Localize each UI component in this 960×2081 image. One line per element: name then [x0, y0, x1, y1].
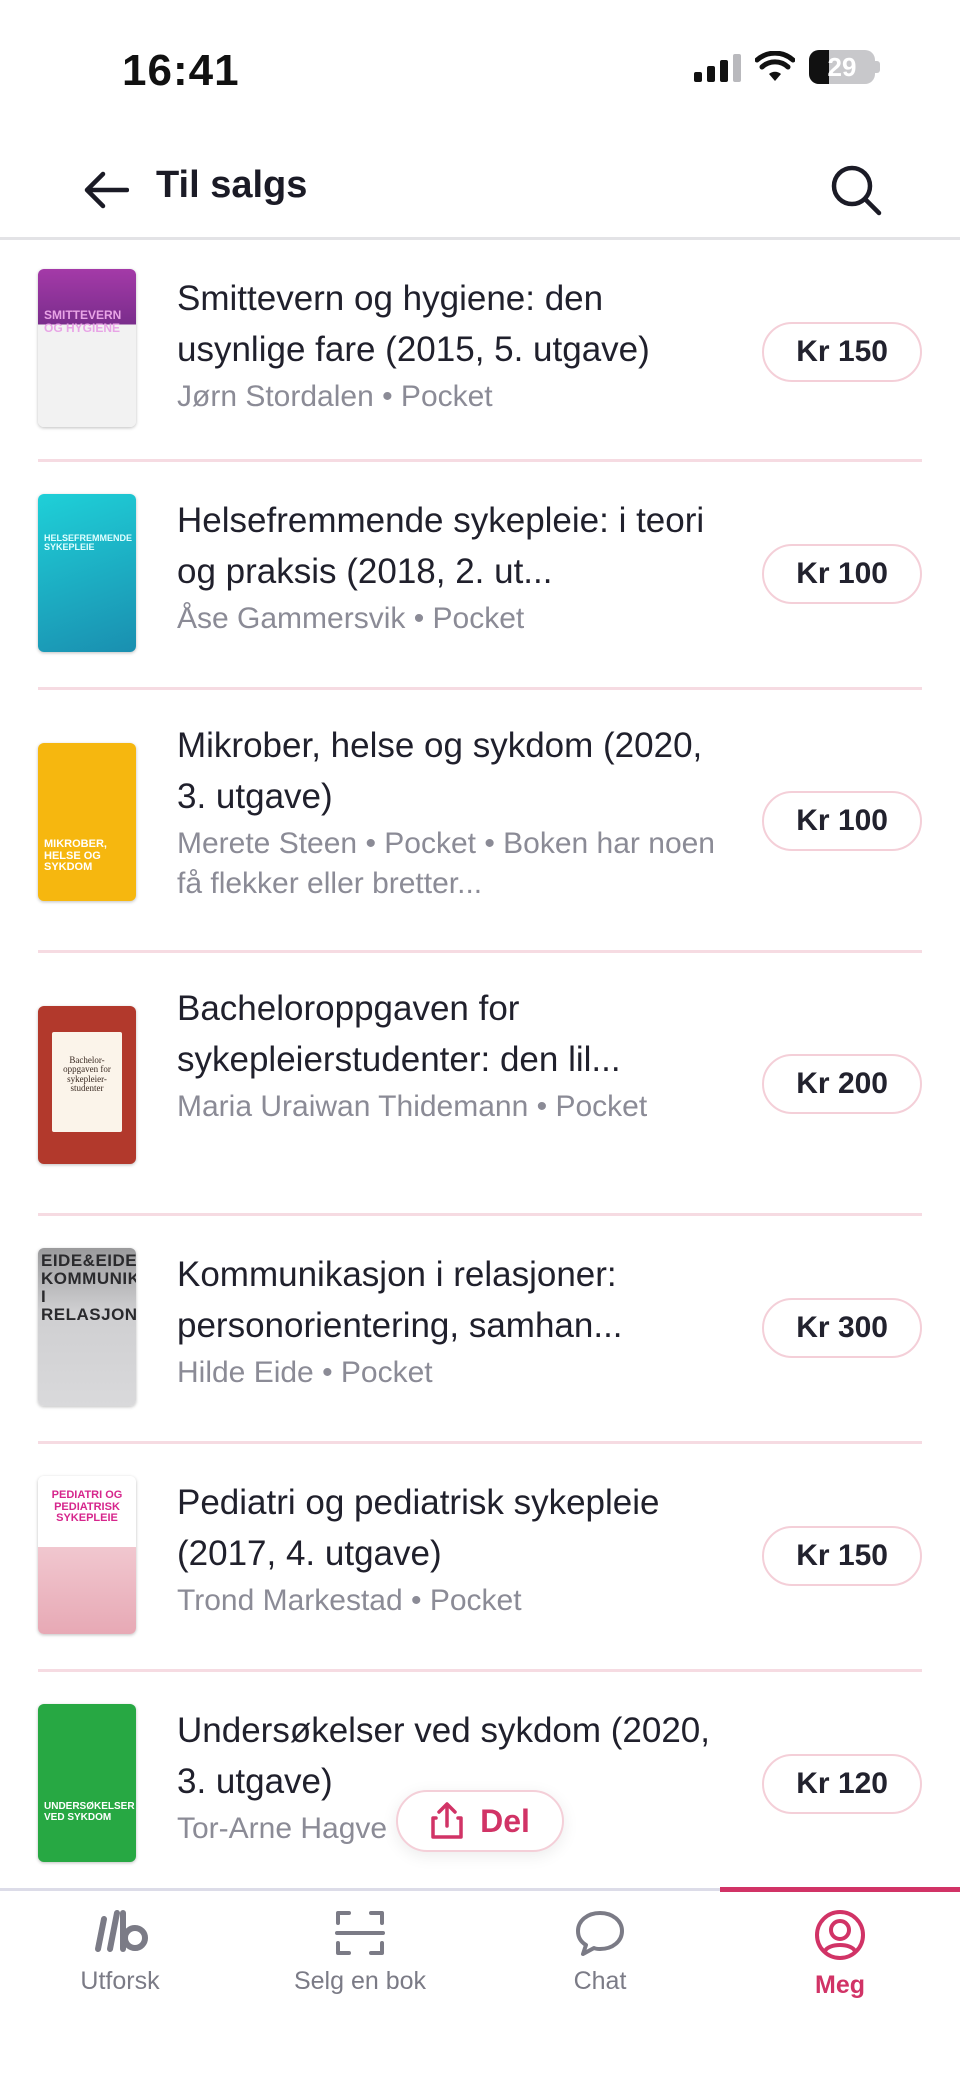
book-cover: HELSEFREMMENDE SYKEPLEIE [38, 494, 136, 652]
share-icon [431, 1802, 463, 1839]
list-item[interactable]: UNDERSØKELSER VED SYKDOM Undersøkelser v… [38, 1672, 922, 1892]
book-meta: Åse Gammersvik • Pocket [177, 602, 525, 635]
book-title: Bacheloroppgaven for sykepleierstudenter… [177, 989, 621, 1079]
book-cover: SMITTEVERN OG HYGIENE [38, 269, 136, 427]
price-badge: Kr 300 [762, 1298, 922, 1358]
share-button[interactable]: Del [396, 1790, 564, 1852]
tab-utforsk[interactable]: Utforsk [0, 1891, 240, 2031]
book-meta: Hilde Eide • Pocket [177, 1356, 433, 1389]
book-cover: UNDERSØKELSER VED SYKDOM [38, 1704, 136, 1862]
tab-label: Chat [573, 1967, 627, 1995]
list-item[interactable]: EIDE&EIDE KOMMUNIKASJON I RELASJONER Kom… [38, 1216, 922, 1444]
page-title: Til salgs [156, 164, 308, 206]
tab-label: Meg [815, 1971, 865, 1999]
list-item[interactable]: HELSEFREMMENDE SYKEPLEIE Helsefremmende … [38, 462, 922, 690]
price-badge: Kr 150 [762, 322, 922, 382]
book-title: Mikrober, helse og sykdom (2020, 3. utga… [177, 726, 703, 816]
book-cover-text: Bachelor-oppgaven for sykepleier-student… [63, 1055, 111, 1094]
tab-label: Selg en bok [293, 1967, 427, 1995]
list-item[interactable]: MIKROBER, HELSE OG SYKDOM Mikrober, hels… [38, 690, 922, 953]
user-circle-icon [815, 1910, 865, 1960]
search-button[interactable] [824, 158, 888, 222]
book-meta: Maria Uraiwan Thidemann • Pocket [177, 1090, 648, 1123]
price-badge: Kr 150 [762, 1526, 922, 1586]
search-icon [831, 165, 882, 216]
battery-level: 29 [827, 51, 857, 82]
wifi-icon [755, 51, 795, 81]
status-time: 16:41 [122, 46, 240, 95]
price-badge: Kr 120 [762, 1754, 922, 1814]
list-item[interactable]: PEDIATRI OG PEDIATRISK SYKEPLEIE Pediatr… [38, 1444, 922, 1672]
list-item[interactable]: SMITTEVERN OG HYGIENE Smittevern og hygi… [38, 243, 922, 462]
bottom-tab-bar: Utforsk Selg en bok Chat Meg [0, 1887, 960, 2081]
price-badge: Kr 200 [762, 1054, 922, 1114]
top-app-bar: Til salgs [0, 140, 960, 240]
tab-meg[interactable]: Meg [720, 1891, 960, 2031]
tab-chat[interactable]: Chat [480, 1891, 720, 2031]
status-bar: 16:41 29 [0, 0, 960, 140]
book-cover-text: EIDE&EIDE KOMMUNIKASJON I RELASJONER [41, 1251, 136, 1324]
book-cover-text: UNDERSØKELSER VED SYKDOM [44, 1801, 135, 1823]
book-title: Smittevern og hygiene: den usynlige fare… [177, 279, 650, 369]
signal-icon [694, 52, 741, 82]
book-title: Pediatri og pediatrisk sykepleie (2017, … [177, 1483, 660, 1573]
book-meta: Trond Markestad • Pocket [177, 1584, 522, 1617]
book-title: Helsefremmende sykepleie: i teori og pra… [177, 501, 705, 591]
book-cover-text: PEDIATRI OG PEDIATRISK SYKEPLEIE [51, 1489, 123, 1525]
book-cover-text: SMITTEVERN OG HYGIENE [44, 308, 122, 335]
book-list: SMITTEVERN OG HYGIENE Smittevern og hygi… [38, 243, 922, 1892]
book-meta: Jørn Stordalen • Pocket [177, 380, 493, 413]
price-badge: Kr 100 [762, 791, 922, 851]
status-icons: 29 [694, 50, 880, 84]
chat-bubble-icon [576, 1911, 624, 1956]
scan-icon [335, 1911, 385, 1955]
back-button[interactable] [78, 162, 134, 218]
battery-icon: 29 [809, 50, 880, 84]
logo-lb-icon [95, 1910, 148, 1952]
share-label: Del [480, 1802, 530, 1839]
book-cover-text: MIKROBER, HELSE OG SYKDOM [44, 838, 107, 874]
book-cover: EIDE&EIDE KOMMUNIKASJON I RELASJONER [38, 1248, 136, 1406]
list-item[interactable]: Bachelor-oppgaven for sykepleier-student… [38, 953, 922, 1216]
book-meta: Merete Steen • Pocket • Boken har noen f… [177, 827, 715, 900]
tab-selg-en-bok[interactable]: Selg en bok [240, 1891, 480, 2031]
book-cover: MIKROBER, HELSE OG SYKDOM [38, 743, 136, 901]
book-cover: Bachelor-oppgaven for sykepleier-student… [38, 1006, 136, 1164]
book-cover: PEDIATRI OG PEDIATRISK SYKEPLEIE [38, 1476, 136, 1634]
book-cover-text: HELSEFREMMENDE SYKEPLEIE [44, 533, 133, 553]
book-title: Kommunikasjon i relasjoner: personorient… [177, 1255, 623, 1345]
tab-label: Utforsk [80, 1967, 160, 1995]
arrow-left-icon [84, 171, 129, 209]
price-badge: Kr 100 [762, 544, 922, 604]
